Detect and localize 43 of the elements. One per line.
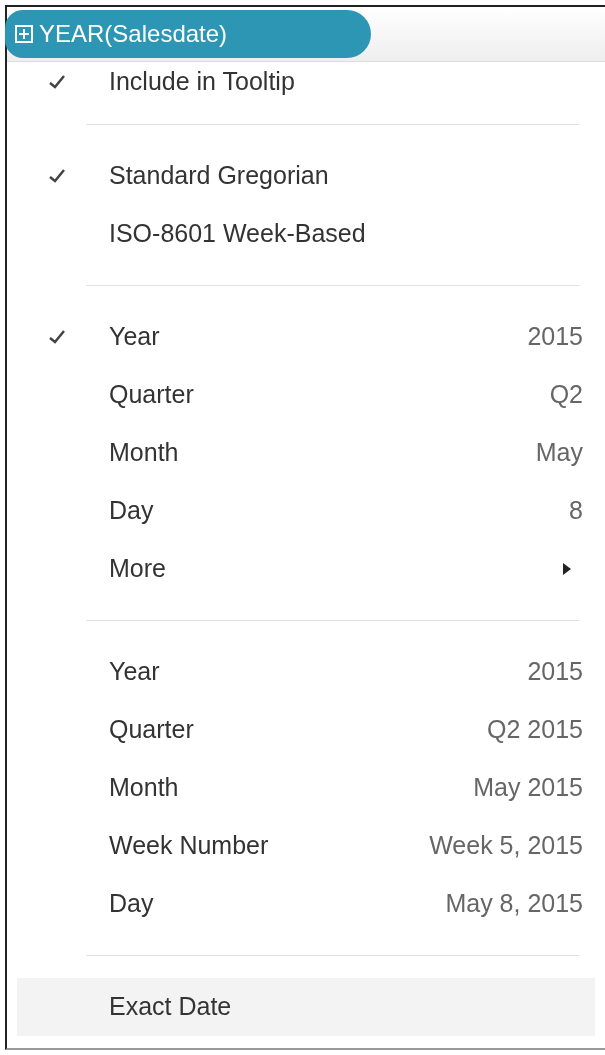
- item-value: 8: [569, 495, 583, 527]
- menu-item[interactable]: Year 2015: [7, 643, 605, 701]
- pill-label: YEAR(Salesdate): [39, 19, 228, 49]
- item-label: Year: [109, 656, 160, 688]
- item-label: Month: [109, 772, 179, 804]
- item-label: ISO-8601 Week-Based: [109, 218, 366, 250]
- menu-item[interactable]: Day 8: [7, 482, 605, 540]
- item-label: Week Number: [109, 830, 269, 862]
- item-label: Quarter: [109, 379, 194, 411]
- item-label: Include in Tooltip: [109, 66, 295, 98]
- menu-item[interactable]: Week Number Week 5, 2015: [7, 817, 605, 875]
- item-label: Quarter: [109, 714, 194, 746]
- item-value: 2015: [527, 656, 583, 688]
- checkmark-icon: [49, 169, 65, 183]
- menu-item[interactable]: Month May: [7, 424, 605, 482]
- item-value: May 8, 2015: [445, 888, 583, 920]
- menu-item[interactable]: More: [7, 540, 605, 598]
- item-value: Q2: [549, 379, 583, 411]
- item-value: May 2015: [473, 772, 583, 804]
- item-label: Day: [109, 888, 154, 920]
- menu-item[interactable]: Include in Tooltip: [7, 62, 605, 102]
- item-label: Year: [109, 321, 160, 353]
- menu-item[interactable]: Day May 8, 2015: [7, 875, 605, 933]
- menu-item[interactable]: Month May 2015: [7, 759, 605, 817]
- item-label: More: [109, 553, 166, 585]
- menu-item[interactable]: Quarter Q2: [7, 366, 605, 424]
- menu-item[interactable]: ISO-8601 Week-Based: [7, 205, 605, 263]
- menu-item[interactable]: Standard Gregorian: [7, 147, 605, 205]
- menu-item[interactable]: Quarter Q2 2015: [7, 701, 605, 759]
- item-label: Day: [109, 495, 154, 527]
- item-value: 2015: [527, 321, 583, 353]
- item-value: Q2 2015: [487, 714, 583, 746]
- menu-item[interactable]: Exact Date: [17, 978, 595, 1036]
- item-label: Month: [109, 437, 179, 469]
- checkmark-icon: [49, 75, 65, 89]
- checkmark-icon: [49, 330, 65, 344]
- menu-item[interactable]: Year 2015: [7, 308, 605, 366]
- item-value: Week 5, 2015: [429, 830, 583, 862]
- item-label: Exact Date: [109, 991, 232, 1023]
- item-value: May: [535, 437, 583, 469]
- submenu-arrow-icon: [563, 563, 571, 575]
- item-label: Standard Gregorian: [109, 160, 329, 192]
- expand-icon: [15, 25, 33, 43]
